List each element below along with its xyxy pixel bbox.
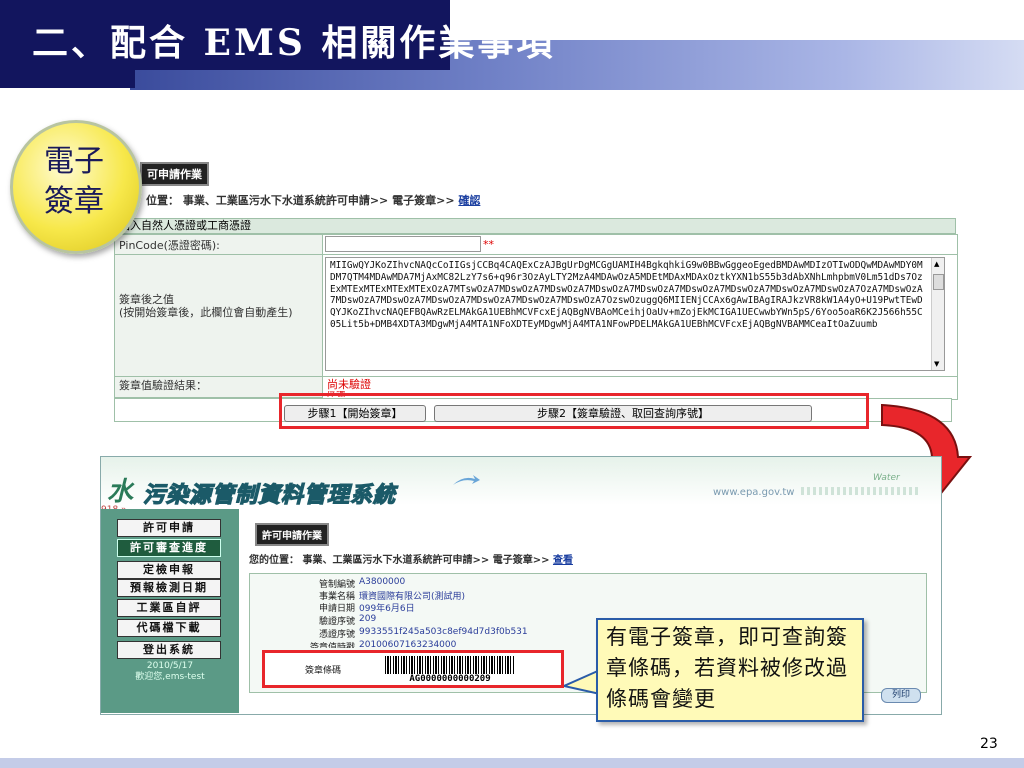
signature-label: 簽章後之值 (按開始簽章後，此欄位會自動產生) — [119, 293, 293, 319]
barcode-value: AG0000000000209 — [409, 674, 491, 684]
row-value-verify-no: 209 — [359, 614, 377, 624]
highlight-box-buttons — [279, 393, 869, 429]
site-url[interactable]: www.epa.gov.tw — [713, 487, 795, 498]
footer-bar — [0, 758, 1024, 768]
header-decoration — [801, 487, 921, 495]
header-arrow-icon — [453, 475, 480, 485]
slide-title: 二、配合 EMS 相關作業事項 — [32, 22, 556, 64]
signature-label-cell: 簽章後之值 (按開始簽章後，此欄位會自動產生) — [114, 254, 324, 378]
sidebar-date: 2010/5/17 — [146, 661, 194, 671]
sidebar-item-permit[interactable]: 許可申請 — [117, 519, 221, 537]
required-marker: ** — [483, 238, 494, 251]
signature-textarea[interactable]: MIIGwQYJKoZIhvcNAQcCoIIGsjCCBq4CAQExCzAJ… — [325, 257, 945, 371]
sidebar-item-review-progress[interactable]: 許可審查進度 — [117, 539, 221, 557]
water-text: Water — [873, 473, 900, 483]
verify-status: 尚未驗證 — [327, 378, 371, 391]
site-name: 污染源管制資料管理系統 — [142, 481, 397, 508]
highlight-box-barcode: 簽章條碼 AG0000000000209 — [262, 650, 564, 688]
scroll-down-icon[interactable]: ▼ — [934, 360, 939, 368]
row-label-apply-date: 申請日期 — [318, 604, 355, 614]
tab-apply[interactable]: 可申請作業 — [140, 162, 209, 186]
page-number: 23 — [980, 736, 998, 752]
breadcrumb-link-view[interactable]: 查看 — [553, 555, 573, 566]
row-label-cert-no: 憑證序號 — [318, 630, 355, 640]
signature-value: MIIGwQYJKoZIhvcNAQcCoIIGsjCCBq4CAQExCzAJ… — [330, 260, 923, 330]
signature-cell: MIIGwQYJKoZIhvcNAQcCoIIGsjCCBq4CAQExCzAJ… — [322, 254, 958, 378]
signature-screen: 可申請作業 位置： 事業、工業區污水下水道系統許可申請>> 電子簽章>> 確認 … — [112, 150, 958, 430]
breadcrumb-path: 事業、工業區污水下水道系統許可申請>> 電子簽章>> — [182, 194, 455, 207]
site-logo: 水 — [107, 477, 134, 507]
breadcrumb: 位置： 事業、工業區污水下水道系統許可申請>> 電子簽章>> 確認 — [146, 192, 480, 208]
scrollbar-thumb[interactable] — [933, 274, 944, 290]
row-value-control-no: A3800000 — [359, 577, 406, 587]
breadcrumb-path: 事業、工業區污水下水道系統許可申請>> 電子簽章>> — [302, 555, 550, 566]
breadcrumb: 您的位置： 事業、工業區污水下水道系統許可申請>> 電子簽章>> 查看 — [249, 551, 573, 566]
breadcrumb-link-confirm[interactable]: 確認 — [458, 194, 480, 207]
section-header: 插入自然人憑證或工商憑證 — [114, 218, 956, 234]
callout-text: 有電子簽章，即可查詢簽章條碼，若資料被修改過條碼會變更 — [606, 625, 848, 711]
scroll-up-icon[interactable]: ▲ — [934, 260, 939, 268]
barcode-label: 簽章條碼 — [305, 666, 342, 676]
sidebar-welcome: 歡迎您,ems-test — [135, 672, 205, 682]
tab-apply[interactable]: 許可申請作業 — [255, 523, 329, 546]
pincode-input[interactable] — [325, 236, 481, 252]
row-value-apply-date: 099年6月6日 — [359, 604, 415, 614]
row-value-timestamp: 20100607163234000 — [359, 640, 457, 648]
row-label-timestamp: 簽章值時戳 — [309, 643, 355, 648]
pincode-cell: ** — [322, 234, 958, 256]
breadcrumb-prefix: 位置： — [146, 194, 179, 207]
row-label-verify-no: 驗證序號 — [318, 617, 355, 627]
row-value-cert-no: 9933551f245a503c8ef94d7d3f0b531 — [359, 627, 528, 637]
breadcrumb-prefix: 您的位置： — [249, 555, 299, 566]
textarea-scrollbar[interactable]: ▲ ▼ — [931, 258, 944, 370]
pincode-label: PinCode(憑證密碼): — [114, 234, 324, 256]
barcode-image — [385, 656, 515, 674]
print-button[interactable]: 列印 — [881, 688, 921, 703]
badge-label: 電子 簽章 — [44, 144, 104, 219]
